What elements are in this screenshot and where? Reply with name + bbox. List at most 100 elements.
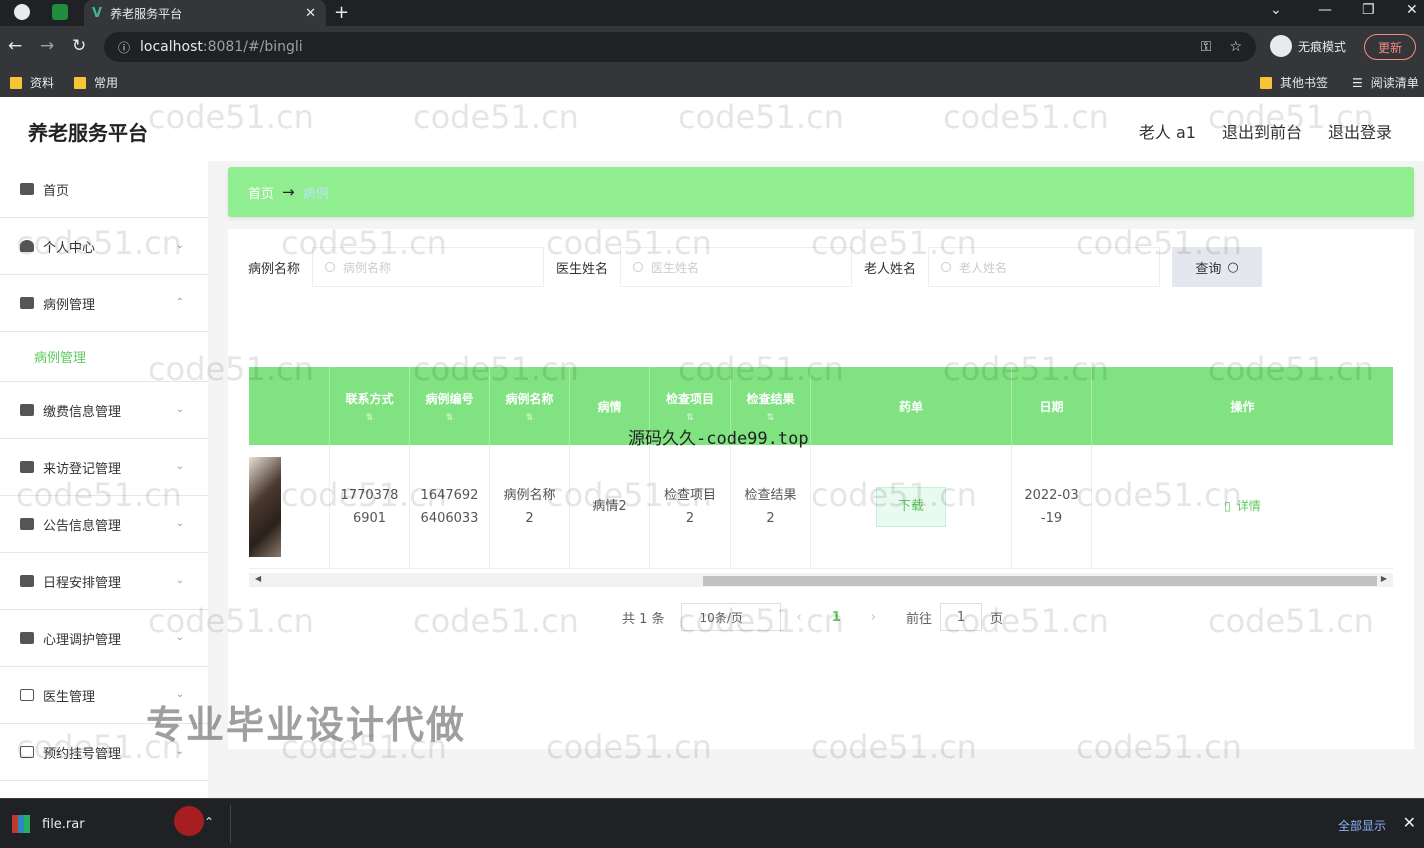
sidebar-item-label: 预约挂号管理 (43, 746, 122, 762)
exam-result-cell: 检查结果 2 (731, 445, 811, 568)
avatar-image (249, 456, 281, 557)
doctor-name-input[interactable]: 医生姓名 (620, 247, 853, 287)
document-icon (20, 632, 34, 644)
detail-button[interactable]: ▯ 详情 (1224, 495, 1261, 518)
next-page-icon[interactable]: › (871, 610, 876, 625)
forward-arrow-icon[interactable]: → (40, 36, 54, 56)
chevron-down-icon: ⌄ (175, 240, 184, 251)
document-icon: ▯ (1224, 499, 1231, 513)
doctor-name-placeholder: 医生姓名 (651, 260, 700, 275)
sidebar-item-case-management[interactable]: 病例管理 ⌃ (0, 275, 208, 332)
query-button[interactable]: 查询 ○ (1172, 247, 1263, 287)
pagination: 共 1 条 10条/页 ‹ 1 › 前往 1 页 (622, 603, 1003, 631)
th-case-no[interactable]: 病例编号 ⇅ (410, 367, 490, 445)
info-icon[interactable]: ⓘ (118, 39, 130, 56)
incognito-indicator[interactable]: 无痕模式 (1270, 35, 1346, 57)
search-icon: ○ (1227, 259, 1239, 275)
reading-list[interactable]: ☰ 阅读清单 (1352, 74, 1419, 91)
sidebar-item-personal-center[interactable]: 个人中心 ⌄ (0, 218, 208, 275)
logout-link[interactable]: 退出登录 (1328, 119, 1392, 143)
reading-list-icon: ☰ (1352, 75, 1363, 90)
tab-search-chevron-icon[interactable]: ⌄ (1270, 2, 1282, 18)
th-avatar (249, 367, 330, 445)
cursor-highlight (174, 806, 204, 836)
sidebar-item-payment[interactable]: 缴费信息管理 ⌄ (0, 382, 208, 439)
sidebar-item-visitor[interactable]: 来访登记管理 ⌄ (0, 439, 208, 496)
browser-tab-active[interactable]: V 养老服务平台 ✕ (84, 0, 326, 26)
show-all-downloads-button[interactable]: 全部显示 (1338, 817, 1386, 834)
sidebar-item-schedule[interactable]: 日程安排管理 ⌄ (0, 553, 208, 610)
header-links: 老人 a1 退出到前台 退出登录 (1139, 119, 1392, 143)
scroll-right-arrow-icon[interactable]: ▶ (1381, 574, 1387, 583)
user-icon (20, 240, 34, 252)
pager-total: 共 1 条 (622, 611, 665, 627)
mail-icon (20, 689, 34, 701)
new-tab-button[interactable]: + (334, 2, 349, 23)
sidebar-subitem-case-management[interactable]: 病例管理 (0, 332, 208, 382)
download-button[interactable]: 下载 (876, 486, 946, 527)
table-header: 联系方式 ⇅ 病例编号 ⇅ 病例名称 ⇅ 病情 检查项目 ⇅ 检查结果 ⇅ 药单 日期 操… (249, 367, 1393, 445)
update-button[interactable]: 更新 (1364, 34, 1416, 60)
prescription-cell: 下载 (811, 445, 1012, 568)
sidebar-item-psych[interactable]: 心理调护管理 ⌄ (0, 610, 208, 667)
th-case-name[interactable]: 病例名称 ⇅ (490, 367, 570, 445)
window-close-icon[interactable]: ✕ (1406, 2, 1418, 18)
search-form: 病例名称 病例名称 医生姓名 医生姓名 老人姓名 老人姓名 查询 ○ (248, 247, 1263, 287)
bookmark-folder-ziliao[interactable]: 资料 (10, 74, 54, 91)
chevron-down-icon: ⌄ (175, 404, 184, 415)
chart-icon (20, 461, 34, 473)
chevron-down-icon: ⌄ (175, 518, 184, 529)
th-phone[interactable]: 联系方式 ⇅ (330, 367, 410, 445)
actions-cell: ▯ 详情 (1092, 445, 1393, 568)
scrollbar-thumb[interactable] (703, 576, 1377, 586)
reload-icon[interactable]: ↻ (72, 36, 86, 56)
back-to-front-link[interactable]: 退出到前台 (1222, 119, 1302, 143)
case-no-cell: 1647692 6406033 (410, 445, 490, 568)
sidebar-item-label: 来访登记管理 (43, 461, 122, 477)
chat-icon (20, 746, 34, 758)
bookmark-label: 阅读清单 (1370, 76, 1419, 90)
elder-name-input[interactable]: 老人姓名 (928, 247, 1161, 287)
browser-tab-bar: V 养老服务平台 ✕ + ⌄ — ❐ ✕ (0, 0, 1424, 26)
tab-title: 养老服务平台 (110, 6, 183, 21)
tab-close-icon[interactable]: ✕ (305, 6, 316, 21)
scroll-left-arrow-icon[interactable]: ◀ (255, 574, 261, 583)
bookmark-folder-changyong[interactable]: 常用 (74, 74, 118, 91)
download-bar: file.rar ⌃ 全部显示 ✕ (0, 798, 1424, 848)
url-host: localhost (140, 39, 203, 55)
goto-label: 前往 (906, 611, 933, 627)
goto-page-input[interactable]: 1 (940, 603, 983, 631)
horizontal-scrollbar[interactable]: ◀ ▶ (249, 573, 1393, 587)
bookmarks-bar: 资料 常用 其他书签 ☰ 阅读清单 (0, 68, 1424, 97)
search-icon (633, 262, 644, 272)
bookmark-folder-other[interactable]: 其他书签 (1260, 74, 1328, 91)
sidebar-item-label: 日程安排管理 (43, 575, 122, 591)
th-prescription[interactable]: 药单 (811, 367, 1012, 445)
th-date[interactable]: 日期 (1012, 367, 1092, 445)
case-name-cell: 病例名称 2 (490, 445, 570, 568)
vue-logo-icon: V (92, 5, 103, 21)
search-icon (941, 262, 952, 272)
chevron-down-icon: ⌄ (175, 575, 184, 586)
breadcrumb-home[interactable]: 首页 (248, 183, 274, 202)
star-icon[interactable]: ☆ (1229, 39, 1242, 55)
sidebar-item-home[interactable]: 首页 (0, 161, 208, 218)
minimize-icon[interactable]: — (1318, 2, 1332, 18)
browser-profile-icon[interactable] (14, 4, 30, 20)
chevron-up-icon[interactable]: ⌃ (204, 815, 214, 829)
phone-cell: 1770378 6901 (330, 445, 410, 568)
download-item[interactable]: file.rar (12, 815, 85, 833)
prev-page-icon[interactable]: ‹ (797, 610, 802, 625)
sidebar-item-label: 医生管理 (43, 689, 96, 705)
page-size-select[interactable]: 10条/页 (680, 603, 781, 631)
restore-icon[interactable]: ❐ (1362, 2, 1375, 18)
sidebar-item-notice[interactable]: 公告信息管理 ⌄ (0, 496, 208, 553)
close-download-bar-icon[interactable]: ✕ (1403, 813, 1416, 832)
case-name-input[interactable]: 病例名称 (312, 247, 545, 287)
sheets-tab-icon[interactable] (52, 4, 68, 20)
back-arrow-icon[interactable]: ← (8, 36, 22, 56)
current-page[interactable]: 1 (832, 610, 841, 625)
case-name-label: 病例名称 (248, 261, 301, 277)
key-icon[interactable]: ⚿ (1201, 39, 1212, 55)
address-bar[interactable]: ⓘ localhost :8081/#/bingli ⚿ ☆ (104, 32, 1256, 62)
